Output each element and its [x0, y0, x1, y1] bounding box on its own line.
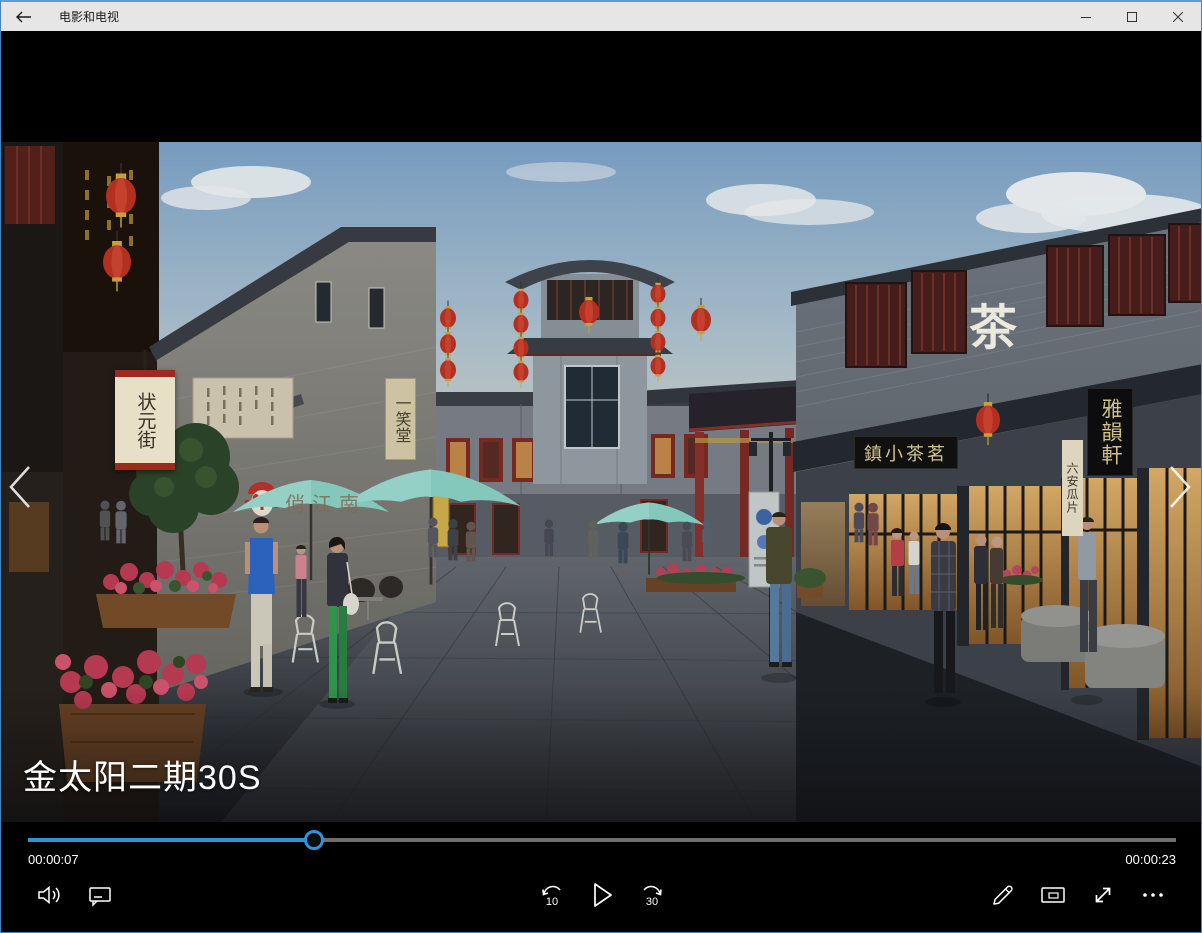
skip-forward-30-button[interactable]: 30 [628, 871, 676, 919]
fullscreen-button[interactable] [1079, 871, 1127, 919]
maximize-icon [1127, 12, 1137, 22]
svg-text:30: 30 [646, 896, 658, 908]
street-scene-render [1, 142, 1202, 822]
back-button[interactable] [1, 2, 45, 31]
play-button[interactable] [578, 871, 626, 919]
volume-button[interactable] [26, 871, 74, 919]
chevron-left-icon [7, 463, 33, 511]
window-controls [1063, 2, 1201, 31]
total-time: 00:00:23 [1125, 852, 1176, 867]
svg-text:10: 10 [546, 896, 558, 908]
pencil-icon [991, 883, 1015, 907]
app-title: 电影和电视 [59, 8, 119, 25]
seek-bar[interactable] [28, 830, 1176, 850]
subtitles-button[interactable] [76, 871, 124, 919]
mini-view-button[interactable] [1029, 871, 1077, 919]
video-frame: 茶 鎮小茶茗 雅韻軒 六安瓜片 一笑堂 状元街 俏江南 [1, 142, 1202, 822]
fullscreen-icon [1091, 883, 1115, 907]
back-arrow-icon [15, 11, 32, 23]
chevron-right-icon [1167, 463, 1193, 511]
close-button[interactable] [1155, 2, 1201, 31]
titlebar: 电影和电视 [1, 2, 1201, 31]
maximize-button[interactable] [1109, 2, 1155, 31]
close-icon [1173, 12, 1183, 22]
minimize-icon [1081, 12, 1091, 22]
previous-button[interactable] [3, 460, 37, 516]
subtitles-icon [88, 883, 112, 907]
next-button[interactable] [1163, 460, 1197, 516]
play-icon [589, 881, 615, 909]
minimize-button[interactable] [1063, 2, 1109, 31]
video-caption: 金太阳二期30S [23, 750, 262, 799]
mini-view-icon [1040, 883, 1066, 907]
edit-button[interactable] [979, 871, 1027, 919]
seek-progress-fill [28, 838, 314, 842]
movies-tv-window: 电影和电视 [0, 0, 1202, 933]
volume-icon [37, 883, 63, 907]
ellipsis-icon [1141, 883, 1165, 907]
skip-forward-30-icon: 30 [639, 882, 665, 908]
skip-back-10-button[interactable]: 10 [528, 871, 576, 919]
elapsed-time: 00:00:07 [28, 852, 79, 867]
video-player: 茶 鎮小茶茗 雅韻軒 六安瓜片 一笑堂 状元街 俏江南 金太阳二期30S [1, 33, 1201, 932]
seek-handle[interactable] [304, 830, 324, 850]
skip-back-10-icon: 10 [539, 882, 565, 908]
more-options-button[interactable] [1129, 871, 1177, 919]
